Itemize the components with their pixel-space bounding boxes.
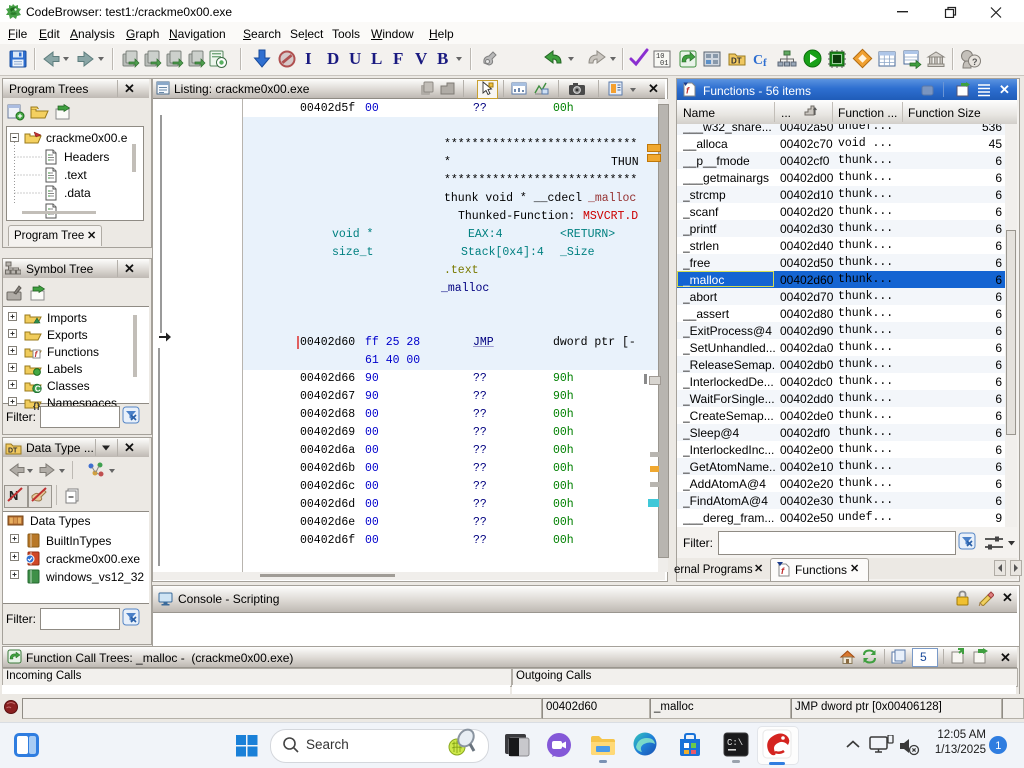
svg-text:C: C	[35, 384, 41, 393]
svg-text:1: 1	[995, 740, 1001, 752]
svg-text:?: ?	[972, 57, 978, 67]
svg-text:DT: DT	[8, 448, 18, 455]
svg-text:DT: DT	[731, 57, 742, 66]
svg-text:f: f	[763, 57, 767, 69]
svg-text:C: C	[753, 53, 763, 68]
svg-text:C:\: C:\	[727, 738, 743, 748]
svg-text:01: 01	[660, 60, 668, 68]
